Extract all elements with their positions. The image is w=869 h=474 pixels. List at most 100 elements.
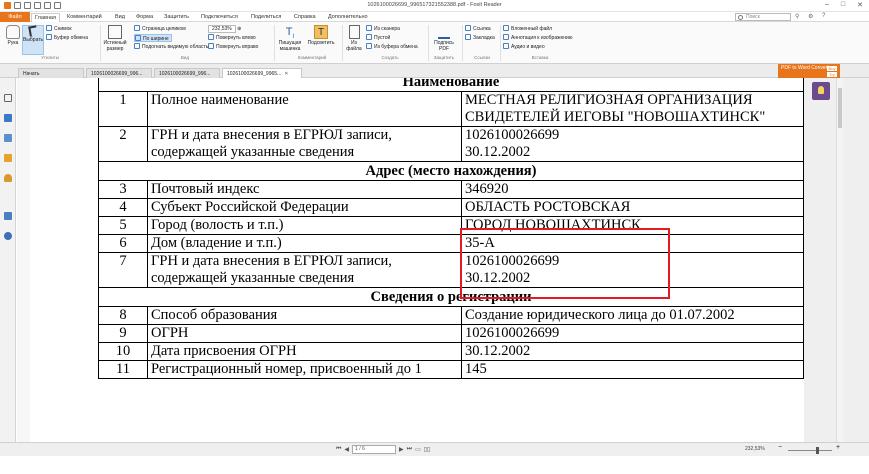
layers-icon[interactable] — [4, 134, 12, 142]
sign-pdf-button[interactable]: Подпись PDF — [430, 25, 458, 52]
from-clipboard-button[interactable]: Из буфера обмена — [366, 43, 418, 51]
group-label-protect: Защитить — [433, 55, 455, 60]
rotate-left-button[interactable]: Повернуть влево — [208, 34, 256, 42]
table-row: 7 ГРН и дата внесения в ЕГРЮЛ записи, сод… — [98, 252, 804, 288]
user-icon[interactable] — [4, 232, 12, 240]
row-value: 145 — [461, 360, 804, 379]
tab-comment[interactable]: Комментарий — [64, 13, 105, 22]
bottom-margin — [0, 456, 869, 474]
section-header: Сведения о регистрации — [98, 287, 804, 307]
title-bar: 1026100026699_996517321552388.pdf - Foxi… — [0, 0, 869, 12]
zoom-in-icon[interactable]: ⊕ — [237, 26, 241, 32]
help-icon[interactable]: ? — [822, 13, 825, 19]
hand-icon — [6, 25, 20, 39]
two-page-icon[interactable]: ▯▯ — [424, 446, 431, 453]
next-page-icon[interactable]: ▶ — [399, 446, 404, 453]
buy-button[interactable]: Buy — [827, 66, 837, 71]
zoom-field[interactable]: 232,53% ⊕ — [208, 25, 241, 33]
clipboard-icon — [366, 43, 372, 49]
row-label: Дом (владение и т.п.) — [147, 234, 462, 253]
media-icon — [503, 43, 509, 49]
scrollbar-thumb[interactable] — [838, 88, 842, 128]
zoom-slider-handle[interactable] — [816, 447, 819, 454]
search-options-icon[interactable]: ⚲ — [795, 13, 799, 20]
create-from-file-button[interactable]: Из файла — [344, 25, 364, 52]
link-button[interactable]: Ссылка — [465, 25, 491, 33]
audio-video-button[interactable]: Аудио и видео — [503, 43, 545, 51]
row-number: 5 — [98, 216, 148, 235]
row-label: ГРН и дата внесения в ЕГРЮЛ записи, соде… — [147, 252, 462, 288]
last-page-icon[interactable]: ⏭ — [407, 446, 412, 453]
zoom-in-button[interactable]: + — [836, 444, 840, 451]
settings-icon[interactable]: ⚙ — [808, 13, 813, 20]
pdf-page: Наименование 1 Полное наименование МЕСТНАЯ … — [30, 78, 804, 442]
attachments-icon[interactable] — [4, 154, 12, 162]
close-tab-icon[interactable]: ✕ — [284, 71, 288, 77]
image-icon — [503, 34, 509, 40]
vertical-scrollbar[interactable] — [836, 78, 843, 442]
page-number-input[interactable]: 1 / 6 — [352, 445, 397, 454]
tab-protect[interactable]: Защитить — [161, 13, 192, 22]
single-page-icon[interactable]: ▭ — [415, 446, 421, 453]
from-scanner-button[interactable]: Из сканера — [366, 25, 400, 33]
snapshot-button[interactable]: Снимок — [46, 25, 72, 33]
zoom-slider[interactable] — [788, 447, 832, 454]
tips-button[interactable] — [812, 82, 830, 100]
attach-file-button[interactable]: Вложенный файл — [503, 25, 552, 33]
tab-share[interactable]: Поделиться — [248, 13, 284, 22]
minimize-button[interactable]: – — [825, 1, 829, 9]
table-row: 5 Город (волость и т.п.) ГОРОД НОВОШАХТИНС… — [98, 216, 804, 235]
row-label: Полное наименование — [147, 91, 462, 127]
try-button[interactable]: Try — [827, 72, 837, 77]
section-header: Наименование — [98, 78, 804, 92]
tab-connect[interactable]: Подключиться — [198, 13, 241, 22]
tab-form[interactable]: Форма — [133, 13, 156, 22]
prev-page-icon[interactable]: ◀ — [344, 446, 349, 453]
tab-help[interactable]: Справка — [291, 13, 319, 22]
bookmarks-icon[interactable] — [4, 114, 12, 122]
tab-file[interactable]: Файл — [0, 12, 30, 22]
pages-icon[interactable] — [4, 94, 12, 102]
tab-home[interactable]: Главная — [31, 13, 60, 22]
typewriter-button[interactable]: TI Пишущая машинка — [276, 25, 304, 52]
rotate-right-button[interactable]: Повернуть вправо — [208, 43, 258, 51]
table-row: 10 Дата присвоения ОГРН 30.12.2002 — [98, 342, 804, 361]
doc-tab-3-active[interactable]: 1026100026699_9965... ✕ — [222, 68, 302, 78]
window-title: 1026100026699_996517321552388.pdf - Foxi… — [367, 2, 502, 8]
tab-view[interactable]: Вид — [112, 13, 128, 22]
fit-visible-button[interactable]: Подогнать видимую область — [134, 43, 208, 51]
tools-icon[interactable] — [4, 212, 12, 220]
row-value: 346920 — [461, 180, 804, 199]
first-page-icon[interactable]: ⏮ — [336, 446, 341, 453]
tab-extra[interactable]: Дополнительно — [325, 13, 371, 22]
actual-size-button[interactable]: Истинный размер — [102, 25, 128, 52]
tab-start[interactable]: Начать — [18, 68, 84, 78]
fit-width-button[interactable]: По ширине — [134, 34, 172, 42]
bookmark-button[interactable]: Закладка — [465, 34, 495, 42]
clipboard-icon — [46, 34, 52, 40]
doc-tab-2[interactable]: 1026100026699_996... — [154, 68, 220, 78]
highlight-button[interactable]: T Подсветить — [304, 25, 338, 46]
image-annotation-button[interactable]: Аннотация к изображению — [503, 34, 573, 42]
section-title: Адрес (место нахождения) — [98, 161, 804, 181]
select-tool-button[interactable]: Выбрать — [22, 25, 44, 55]
doc-tab-1[interactable]: 1026100026699_996... — [86, 68, 152, 78]
close-button[interactable]: ✕ — [857, 1, 863, 9]
hand-tool-button[interactable]: Рука — [2, 25, 24, 46]
row-number: 7 — [98, 252, 148, 288]
rotate-right-icon — [208, 43, 214, 49]
lock-icon[interactable] — [4, 174, 12, 182]
pdf-to-word-banner[interactable]: PDF to Word Converter Buy Try — [778, 64, 840, 78]
row-number: 3 — [98, 180, 148, 199]
zoom-out-button[interactable]: − — [778, 444, 782, 451]
search-input[interactable]: Поиск — [735, 13, 791, 21]
row-label: Регистрационный номер, присвоенный до 1 — [147, 360, 462, 379]
clipboard-button[interactable]: Буфер обмена — [46, 34, 88, 42]
blank-button[interactable]: Пустой — [366, 34, 390, 42]
typewriter-icon: TI — [285, 26, 295, 41]
fit-page-button[interactable]: Страница целиком — [134, 25, 186, 33]
row-value: 1026100026699 30.12.2002 — [461, 126, 804, 162]
highlight-icon: T — [314, 25, 328, 39]
table-row: 9 ОГРН 1026100026699 — [98, 324, 804, 343]
maximize-button[interactable]: □ — [841, 1, 845, 9]
